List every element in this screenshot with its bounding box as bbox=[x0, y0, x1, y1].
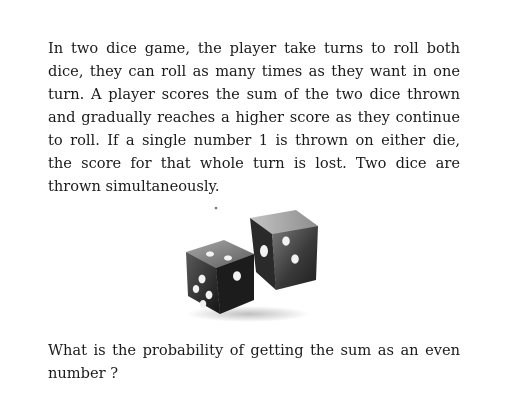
two-dice-icon bbox=[186, 206, 318, 322]
problem-text: In two dice game, the player take turns … bbox=[48, 37, 460, 198]
problem-line: In two dice game, the player take turns … bbox=[48, 40, 460, 57]
problem-line: thrown simultaneously. bbox=[48, 178, 220, 195]
die-right bbox=[250, 210, 318, 290]
die-left bbox=[186, 240, 254, 314]
problem-line: the score for that whole turn is lost. T… bbox=[48, 155, 460, 172]
dice-shadow bbox=[186, 306, 310, 322]
speck-mark bbox=[214, 206, 218, 210]
problem-line: dice, they can roll as many times as the… bbox=[48, 63, 460, 80]
problem-line: turn. A player scores the sum of the two… bbox=[48, 86, 460, 103]
problem-line: to roll. If a single number 1 is thrown … bbox=[48, 132, 460, 149]
problem-line: and gradually reaches a higher score as … bbox=[48, 109, 460, 126]
question-line: number ? bbox=[48, 365, 119, 382]
question-line: What is the probability of getting the s… bbox=[48, 342, 460, 359]
question-text: What is the probability of getting the s… bbox=[48, 339, 460, 385]
